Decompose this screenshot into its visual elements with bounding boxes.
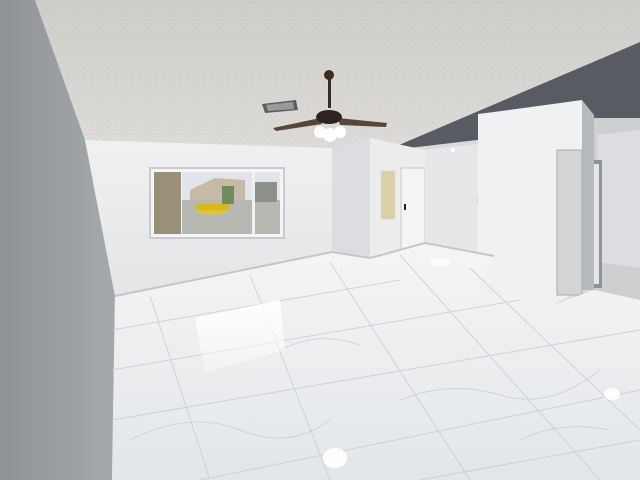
hall-light: [451, 148, 455, 152]
room-illustration: [0, 0, 640, 480]
pillar-side: [582, 100, 594, 290]
middle-wall: [332, 138, 370, 258]
interior-door: [400, 167, 426, 251]
hallway: [586, 118, 640, 320]
window: [149, 167, 285, 239]
closet-door: [556, 149, 583, 296]
small-window: [379, 169, 397, 221]
room-photo: [0, 0, 640, 480]
